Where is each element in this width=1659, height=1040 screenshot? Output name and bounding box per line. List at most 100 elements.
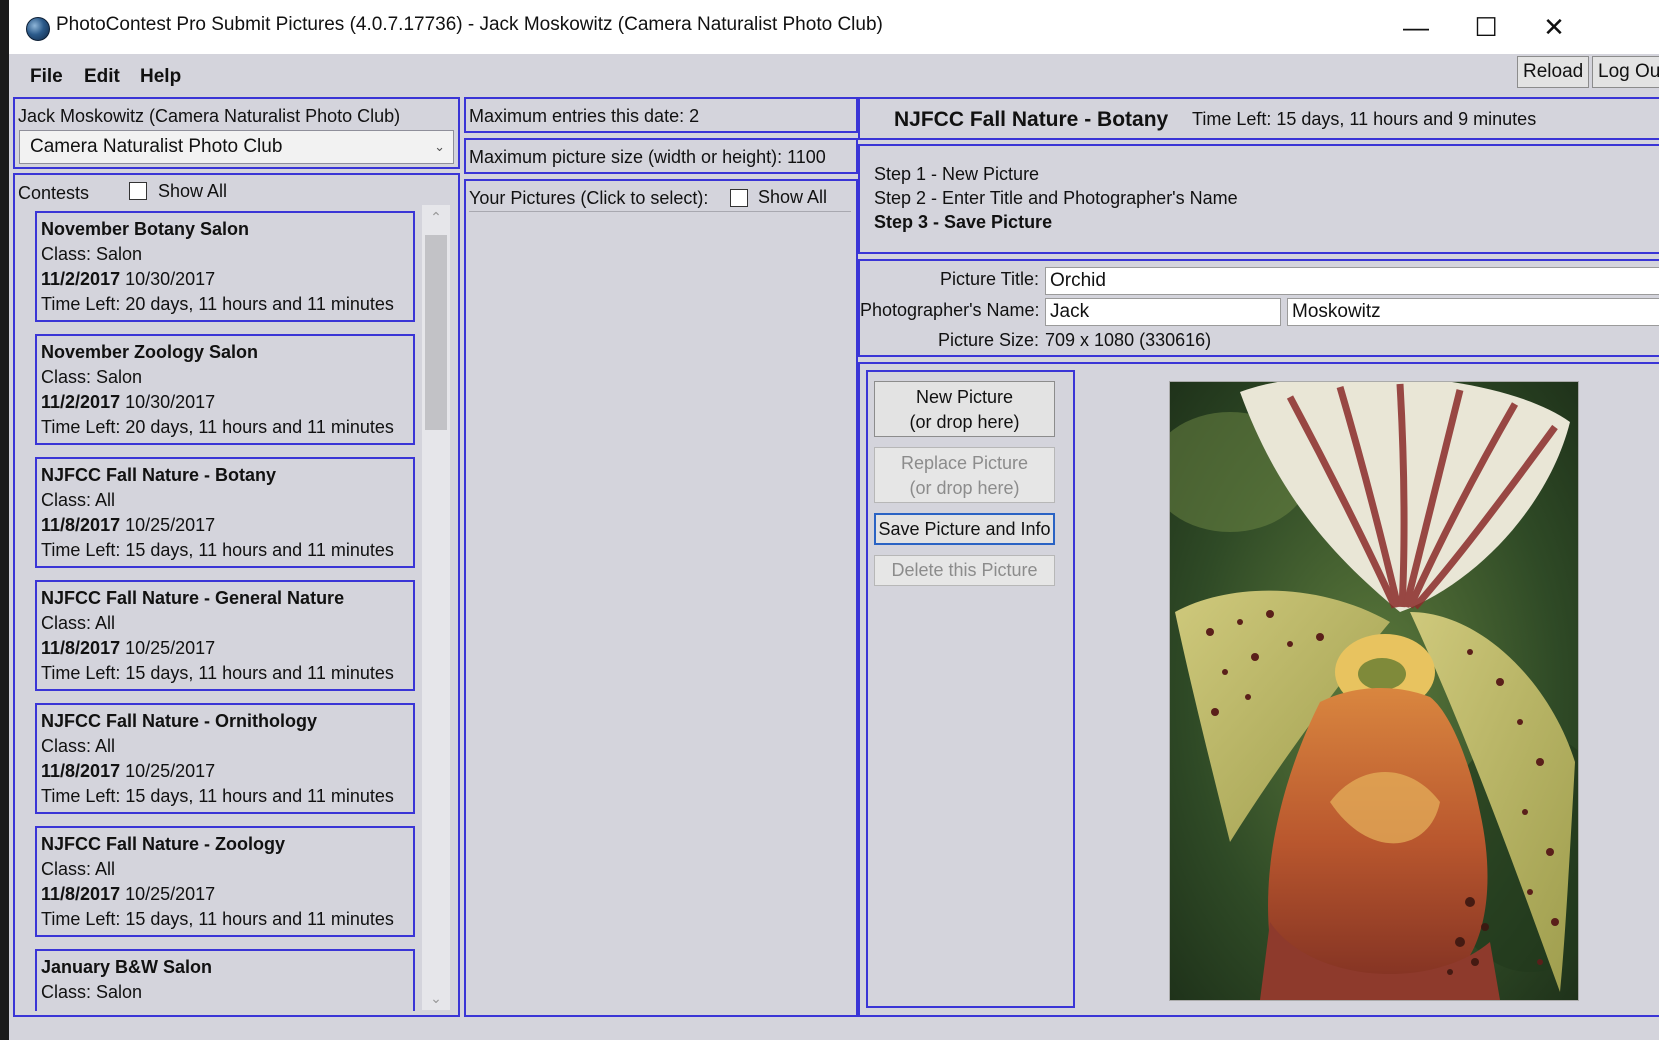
new-picture-label: New Picture xyxy=(915,387,1014,407)
contest-date-primary: 11/2/2017 xyxy=(41,392,121,412)
logout-button[interactable]: Log Out xyxy=(1592,56,1659,88)
contest-date-primary: 11/2/2017 xyxy=(41,269,121,289)
contest-card[interactable]: January B&W Salon Class: Salon xyxy=(35,949,415,1011)
contest-time-left: Time Left: 20 days, 11 hours and 11 minu… xyxy=(41,294,394,314)
steps-panel: Step 1 - New Picture Step 2 - Enter Titl… xyxy=(858,144,1659,254)
contest-dates: 11/8/2017 10/25/2017 xyxy=(41,882,413,907)
photographer-first-name-input[interactable]: Jack xyxy=(1045,298,1281,326)
minimize-button[interactable]: — xyxy=(1381,0,1451,54)
contest-class: Class: All xyxy=(41,613,116,633)
title-bar: PhotoContest Pro Submit Pictures (4.0.7.… xyxy=(9,0,1659,54)
user-label: Jack Moskowitz (Camera Naturalist Photo … xyxy=(18,106,401,126)
menu-file[interactable]: File xyxy=(30,66,63,88)
scroll-thumb[interactable] xyxy=(425,235,447,430)
contest-date-primary: 11/8/2017 xyxy=(41,515,121,535)
replace-picture-label: Replace Picture xyxy=(900,453,1029,473)
photographer-name-label: Photographer's Name: xyxy=(860,300,1040,320)
selected-contest-name: NJFCC Fall Nature - Botany xyxy=(894,108,1169,131)
maximize-button[interactable]: ☐ xyxy=(1451,0,1521,54)
picture-title-input[interactable]: Orchid xyxy=(1045,267,1659,295)
replace-picture-sublabel: (or drop here) xyxy=(909,478,1020,498)
contest-name: NJFCC Fall Nature - Zoology xyxy=(41,834,286,854)
scroll-up-icon[interactable]: ⌃ xyxy=(422,205,450,229)
selected-contest-time-left: Time Left: 15 days, 11 hours and 9 minut… xyxy=(1192,109,1537,129)
contest-card[interactable]: NJFCC Fall Nature - General Nature Class… xyxy=(35,580,415,691)
pictures-show-all-label[interactable]: Show All xyxy=(758,187,827,208)
contest-date-secondary: 10/25/2017 xyxy=(125,515,216,535)
contest-name: NJFCC Fall Nature - General Nature xyxy=(41,588,345,608)
contest-dates: 11/2/2017 10/30/2017 xyxy=(41,390,413,415)
menu-edit[interactable]: Edit xyxy=(84,66,120,88)
contest-date-primary: 11/8/2017 xyxy=(41,638,121,658)
contest-date-secondary: 10/30/2017 xyxy=(125,269,216,289)
photographer-last-name-input[interactable]: Moskowitz xyxy=(1287,298,1659,326)
contests-label: Contests xyxy=(18,183,90,203)
max-size-panel: Maximum picture size (width or height): … xyxy=(464,138,858,174)
contests-show-all-label[interactable]: Show All xyxy=(158,181,227,202)
contest-class: Class: All xyxy=(41,736,116,756)
club-select-value: Camera Naturalist Photo Club xyxy=(30,136,283,157)
contest-class: Class: Salon xyxy=(41,244,143,264)
contest-dates: 11/8/2017 10/25/2017 xyxy=(41,636,413,661)
contest-time-left: Time Left: 15 days, 11 hours and 11 minu… xyxy=(41,540,394,560)
pictures-divider xyxy=(469,211,851,212)
contest-card[interactable]: NJFCC Fall Nature - Botany Class: All 11… xyxy=(35,457,415,568)
contest-class: Class: All xyxy=(41,490,116,510)
menu-help[interactable]: Help xyxy=(140,66,181,88)
pictures-label: Your Pictures (Click to select): xyxy=(469,188,709,208)
picture-title-label: Picture Title: xyxy=(939,269,1039,289)
contest-date-secondary: 10/25/2017 xyxy=(125,638,216,658)
step-3-text: Step 3 - Save Picture xyxy=(874,212,1053,232)
club-select[interactable]: Camera Naturalist Photo Club ⌄ xyxy=(19,130,454,164)
contests-show-all-checkbox[interactable] xyxy=(129,182,147,200)
reload-button[interactable]: Reload xyxy=(1517,56,1590,88)
contest-card[interactable]: NJFCC Fall Nature - Zoology Class: All 1… xyxy=(35,826,415,937)
step-1-text: Step 1 - New Picture xyxy=(874,164,1040,184)
picture-size-label: Picture Size: xyxy=(937,330,1039,350)
max-entries-text: Maximum entries this date: 2 xyxy=(469,106,700,126)
contest-card[interactable]: NJFCC Fall Nature - Ornithology Class: A… xyxy=(35,703,415,814)
contest-name: NJFCC Fall Nature - Botany xyxy=(41,465,277,485)
contest-name: November Zoology Salon xyxy=(41,342,259,362)
save-picture-button[interactable]: Save Picture and Info xyxy=(874,513,1055,545)
contest-dates: 11/8/2017 10/25/2017 xyxy=(41,513,413,538)
contest-card[interactable]: November Zoology Salon Class: Salon 11/2… xyxy=(35,334,415,445)
picture-preview[interactable] xyxy=(1169,381,1579,1001)
contest-name: NJFCC Fall Nature - Ornithology xyxy=(41,711,318,731)
contest-time-left: Time Left: 15 days, 11 hours and 11 minu… xyxy=(41,663,394,683)
app-globe-icon xyxy=(26,17,50,41)
contest-name: November Botany Salon xyxy=(41,219,250,239)
contest-time-left: Time Left: 15 days, 11 hours and 11 minu… xyxy=(41,909,394,929)
picture-size-value: 709 x 1080 (330616) xyxy=(1045,330,1212,350)
scroll-down-icon[interactable]: ⌄ xyxy=(422,986,450,1010)
contest-name: January B&W Salon xyxy=(41,957,213,977)
contest-time-left: Time Left: 15 days, 11 hours and 11 minu… xyxy=(41,786,394,806)
app-window: PhotoContest Pro Submit Pictures (4.0.7.… xyxy=(9,0,1659,1040)
delete-picture-button[interactable]: Delete this Picture xyxy=(874,555,1055,586)
contests-panel: Contests Show All November Botany Salon … xyxy=(13,173,460,1017)
contest-dates: 11/2/2017 10/30/2017 xyxy=(41,267,413,292)
new-picture-sublabel: (or drop here) xyxy=(909,412,1020,432)
pictures-panel: Your Pictures (Click to select): Show Al… xyxy=(464,179,858,1017)
contest-class: Class: Salon xyxy=(41,367,143,387)
contests-scrollbar[interactable]: ⌃ ⌄ xyxy=(422,205,450,1010)
new-picture-button[interactable]: New Picture (or drop here) xyxy=(874,381,1055,437)
contest-date-primary: 11/8/2017 xyxy=(41,884,121,904)
account-panel: Jack Moskowitz (Camera Naturalist Photo … xyxy=(13,97,460,169)
chevron-down-icon: ⌄ xyxy=(434,139,445,154)
contest-dates: 11/8/2017 10/25/2017 xyxy=(41,759,413,784)
pictures-show-all-checkbox[interactable] xyxy=(730,189,748,207)
max-size-text: Maximum picture size (width or height): … xyxy=(469,147,826,167)
contest-class: Class: All xyxy=(41,859,116,879)
orchid-photo xyxy=(1170,382,1578,1000)
contest-time-left: Time Left: 20 days, 11 hours and 11 minu… xyxy=(41,417,394,437)
contest-card[interactable]: November Botany Salon Class: Salon 11/2/… xyxy=(35,211,415,322)
contest-date-primary: 11/8/2017 xyxy=(41,761,121,781)
replace-picture-button[interactable]: Replace Picture (or drop here) xyxy=(874,447,1055,503)
window-title: PhotoContest Pro Submit Pictures (4.0.7.… xyxy=(56,14,883,35)
contest-date-secondary: 10/25/2017 xyxy=(125,884,216,904)
contest-class: Class: Salon xyxy=(41,982,143,1002)
close-button[interactable]: ✕ xyxy=(1519,0,1589,54)
menu-bar: File Edit Help xyxy=(9,54,1659,94)
picture-info-panel: Picture Title: Orchid Photographer's Nam… xyxy=(858,259,1659,357)
